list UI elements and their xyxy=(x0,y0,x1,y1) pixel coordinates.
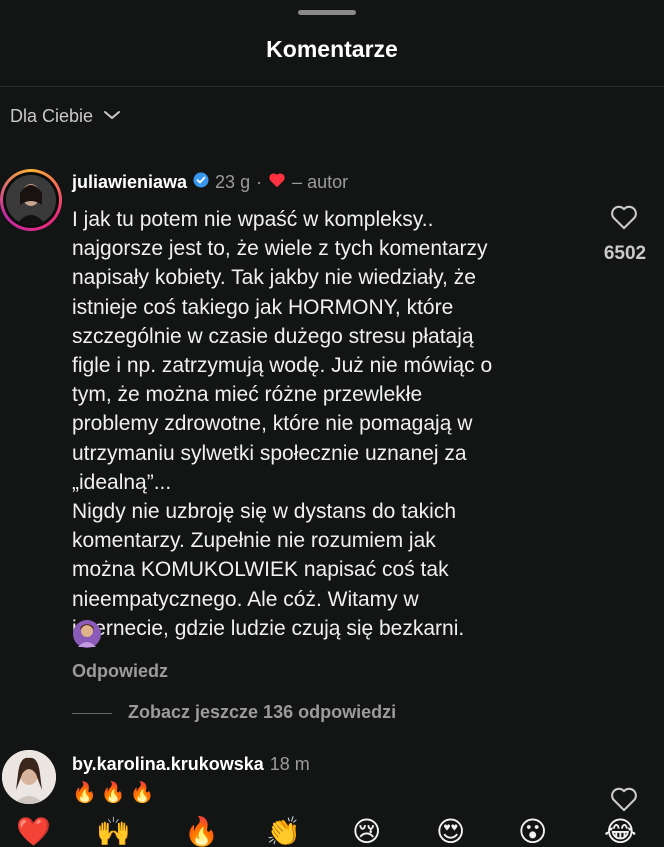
comment-body: I jak tu potem nie wpaść w kompleksy.. n… xyxy=(72,205,588,643)
reaction-heart-eyes-icon[interactable]: 😍 xyxy=(436,818,465,846)
sort-filter-dropdown[interactable]: Dla Ciebie xyxy=(10,106,121,127)
comment-username[interactable]: by.karolina.krukowska xyxy=(72,754,264,775)
reaction-fire-icon[interactable]: 🔥 xyxy=(184,818,219,846)
comment-time: 23 g xyxy=(215,172,251,192)
like-heart-icon[interactable] xyxy=(610,786,638,817)
comment-paragraph: Nigdy nie uzbroję się w dystans do takic… xyxy=(72,500,465,640)
woman-emoji-icon xyxy=(72,619,102,649)
reaction-crying-icon[interactable]: 😢 xyxy=(352,818,381,846)
sort-filter-label: Dla Ciebie xyxy=(10,106,94,126)
red-heart-icon xyxy=(268,172,286,193)
reaction-raised-hands-icon[interactable]: 🙌 xyxy=(96,818,131,846)
view-replies-button[interactable]: Zobacz jeszcze 136 odpowiedzi xyxy=(128,702,396,723)
reaction-laughing-icon[interactable]: 😂 xyxy=(604,818,637,846)
comment-paragraph: I jak tu potem nie wpaść w kompleksy.. n… xyxy=(72,208,493,494)
comment-meta: by.karolina.krukowska 18 m xyxy=(72,754,310,775)
header-divider xyxy=(0,86,664,87)
meta-separator: · xyxy=(256,172,263,192)
sheet-title: Komentarze xyxy=(266,36,398,62)
reaction-surprised-icon[interactable]: 😮 xyxy=(518,818,547,846)
replies-divider xyxy=(72,713,112,714)
comment-body: 🔥🔥🔥 xyxy=(72,782,159,804)
reaction-clap-icon[interactable]: 👏 xyxy=(266,818,301,846)
verified-badge-icon xyxy=(193,172,209,193)
author-tag: – autor xyxy=(292,172,349,192)
comment-username[interactable]: juliawieniawa xyxy=(72,172,187,193)
like-count: 6502 xyxy=(603,243,647,264)
drag-handle[interactable] xyxy=(298,10,356,15)
like-heart-icon[interactable] xyxy=(610,204,638,235)
chevron-down-icon xyxy=(103,108,121,126)
reply-button[interactable]: Odpowiedz xyxy=(72,661,168,682)
comment-time: 18 m xyxy=(269,754,310,774)
avatar[interactable] xyxy=(2,750,56,804)
comment-meta: juliawieniawa 23 g · – autor xyxy=(72,172,348,193)
avatar[interactable] xyxy=(0,169,62,231)
reaction-heart-icon[interactable]: ❤️ xyxy=(16,818,51,846)
